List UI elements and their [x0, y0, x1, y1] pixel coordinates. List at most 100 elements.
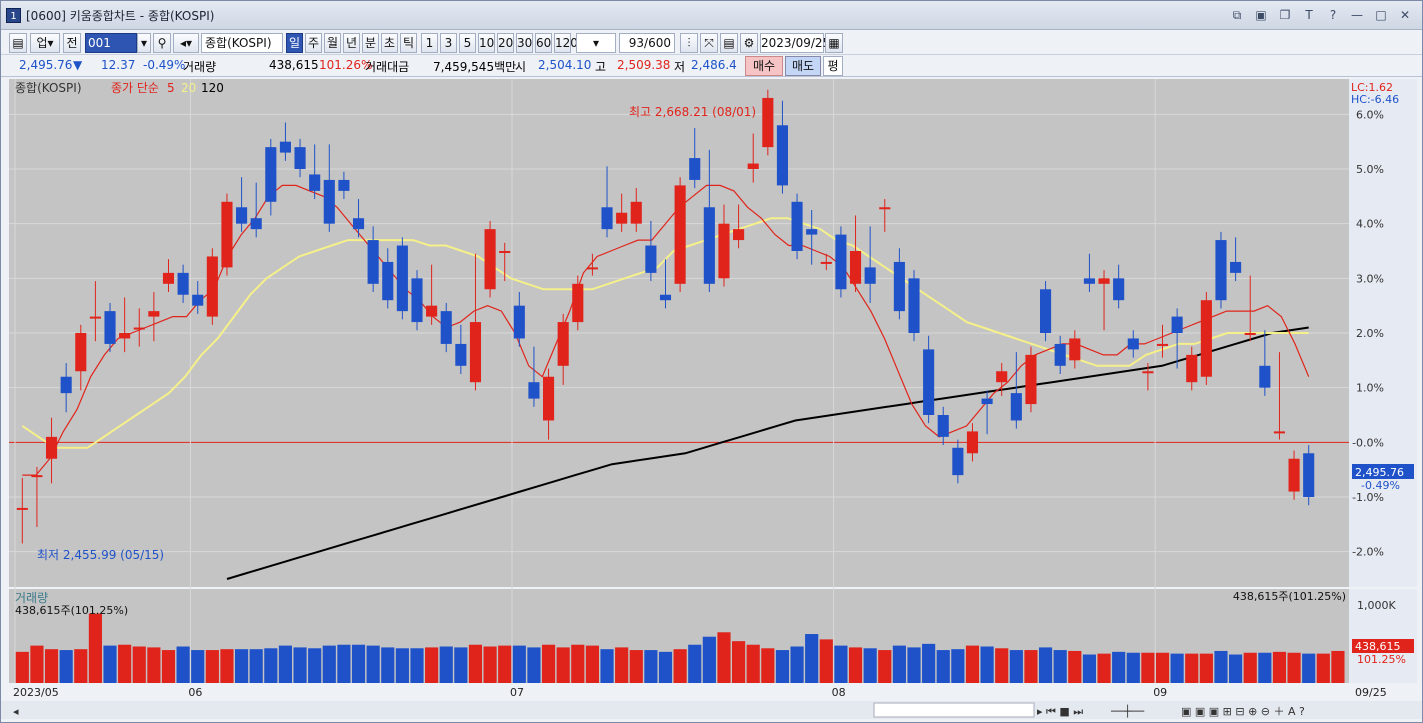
period-button-년[interactable]: 년 — [343, 33, 360, 53]
code-input[interactable]: 001 — [85, 33, 137, 53]
disk-icon[interactable]: ▤ — [720, 33, 738, 53]
volume-bar — [1302, 653, 1316, 683]
candle-body — [1273, 431, 1286, 434]
candlestick-chart[interactable]: 6.0% 5.0% 4.0% 3.0% 2.0% 1.0% -0.0% -1.0% -2.0% 2… — [1, 79, 1422, 719]
volume-bar — [1316, 653, 1330, 683]
candle-body — [674, 185, 686, 284]
save-icon[interactable]: ▣ — [1252, 6, 1270, 24]
volume-bar — [1053, 650, 1067, 683]
restore-icon[interactable]: ❐ — [1276, 6, 1294, 24]
volume-bar — [278, 645, 293, 683]
volume-bar — [1214, 650, 1228, 683]
bottom-tools-icon[interactable]: ▣ ▣ ▣ ⊞ ⊟ ⊕ ⊖ ＋ A ? — [1181, 705, 1305, 718]
jeon-button[interactable]: 전 — [63, 33, 81, 53]
period-button-틱[interactable]: 틱 — [400, 33, 417, 53]
avg-button[interactable]: 평 — [823, 56, 843, 76]
volume-bar — [805, 634, 819, 683]
period-button-일[interactable]: 일 — [286, 33, 303, 53]
interval-button-20[interactable]: 20 — [497, 33, 514, 53]
scroll-icon[interactable]: ⤧ — [700, 33, 718, 53]
calendar-icon[interactable]: ▦ — [825, 33, 843, 53]
volume-bar — [512, 645, 526, 683]
candle-body — [192, 294, 204, 306]
volume-right-text: 438,615주(101.25%) — [1233, 590, 1346, 603]
zoom-slider[interactable]: ──┼── — [1110, 704, 1144, 718]
volume-bar — [351, 644, 366, 683]
volume-bar — [337, 644, 351, 683]
interval-button-30[interactable]: 30 — [516, 33, 533, 53]
volume-bar — [1112, 651, 1126, 683]
date-tick-label: 07 — [510, 686, 524, 699]
candle-body — [396, 245, 408, 312]
candle-body — [601, 207, 613, 230]
volume-bar — [863, 648, 877, 683]
period-button-분[interactable]: 분 — [362, 33, 379, 53]
help-icon[interactable]: ? — [1324, 6, 1342, 24]
candle-body — [1069, 338, 1081, 361]
volume-bar — [585, 645, 599, 683]
interval-button-60[interactable]: 60 — [535, 33, 552, 53]
date-tick-label: 2023/05 — [13, 686, 59, 699]
interval-button-3[interactable]: 3 — [440, 33, 457, 53]
candle-body — [1113, 278, 1125, 301]
scroll-right-icon[interactable]: ▸ ⏮ ■ ⏭ — [1037, 705, 1083, 718]
candle-body — [1142, 371, 1154, 374]
scroll-thumb[interactable] — [873, 702, 1035, 718]
open-value: 2,504.10 — [538, 58, 592, 72]
gear-icon[interactable]: ⚙ — [740, 33, 758, 53]
chart-window: 1 [0600] 키움종합차트 - 종합(KOSPI) ⧉ ▣ ❐ T ? — … — [0, 0, 1423, 723]
interval-button-1[interactable]: 1 — [421, 33, 438, 53]
code-dropdown-icon[interactable]: ▾ — [137, 33, 151, 53]
candle-body — [630, 201, 642, 224]
candle-body — [1040, 289, 1052, 333]
minimize-icon[interactable]: — — [1348, 6, 1366, 24]
font-size-icon[interactable]: T — [1300, 6, 1318, 24]
period-button-주[interactable]: 주 — [305, 33, 322, 53]
legend-main: 종합(KOSPI) — [15, 81, 82, 95]
sell-button[interactable]: 매도 — [785, 56, 821, 76]
candle-icon[interactable]: ⫶ — [680, 33, 698, 53]
candle-body — [367, 240, 379, 284]
window-number[interactable]: 1 — [6, 8, 21, 23]
volume-bar — [30, 645, 44, 683]
date-field[interactable]: 2023/09/25 — [760, 33, 830, 53]
candle-body — [689, 158, 701, 180]
volume-bar — [1287, 652, 1301, 683]
candle-body — [221, 201, 233, 268]
candle-body — [16, 507, 28, 510]
interval-button-10[interactable]: 10 — [478, 33, 495, 53]
candle-body — [484, 229, 496, 290]
volume-bar — [1243, 652, 1257, 683]
volume-bar — [410, 648, 424, 683]
candle-body — [1215, 240, 1227, 301]
close-icon[interactable]: ✕ — [1396, 6, 1414, 24]
volume-bar — [673, 649, 687, 683]
candle-body — [162, 272, 175, 284]
volume-bar — [44, 649, 59, 683]
buy-button[interactable]: 매수 — [745, 56, 783, 76]
volume-bar — [892, 645, 906, 683]
search-icon[interactable]: ⚲ — [153, 33, 171, 53]
maximize-icon[interactable]: □ — [1372, 6, 1390, 24]
volume-bar — [819, 639, 833, 683]
date-tick-label: 08 — [832, 686, 846, 699]
candle-body — [659, 294, 672, 301]
candle-body — [528, 382, 540, 399]
volume-bar — [746, 644, 760, 683]
interval-button-120[interactable]: 120 — [554, 33, 578, 53]
volume-bar — [249, 649, 263, 683]
interval-select[interactable]: ▾ — [576, 33, 616, 53]
sound-icon[interactable]: ◂▾ — [173, 33, 199, 53]
market-select[interactable]: 업▾ — [30, 33, 60, 53]
count-field[interactable]: 93/600 — [619, 33, 675, 53]
period-button-월[interactable]: 월 — [324, 33, 341, 53]
candle-body — [279, 141, 291, 153]
link-icon[interactable]: ⧉ — [1228, 6, 1246, 24]
candle-body — [893, 261, 905, 312]
candle-body — [1156, 343, 1169, 346]
scroll-left-icon[interactable]: ◂ — [13, 705, 19, 718]
interval-button-5[interactable]: 5 — [459, 33, 476, 53]
volume-bar — [571, 644, 585, 683]
chart-type-icon[interactable]: ▤ — [9, 33, 27, 53]
period-button-초[interactable]: 초 — [381, 33, 398, 53]
